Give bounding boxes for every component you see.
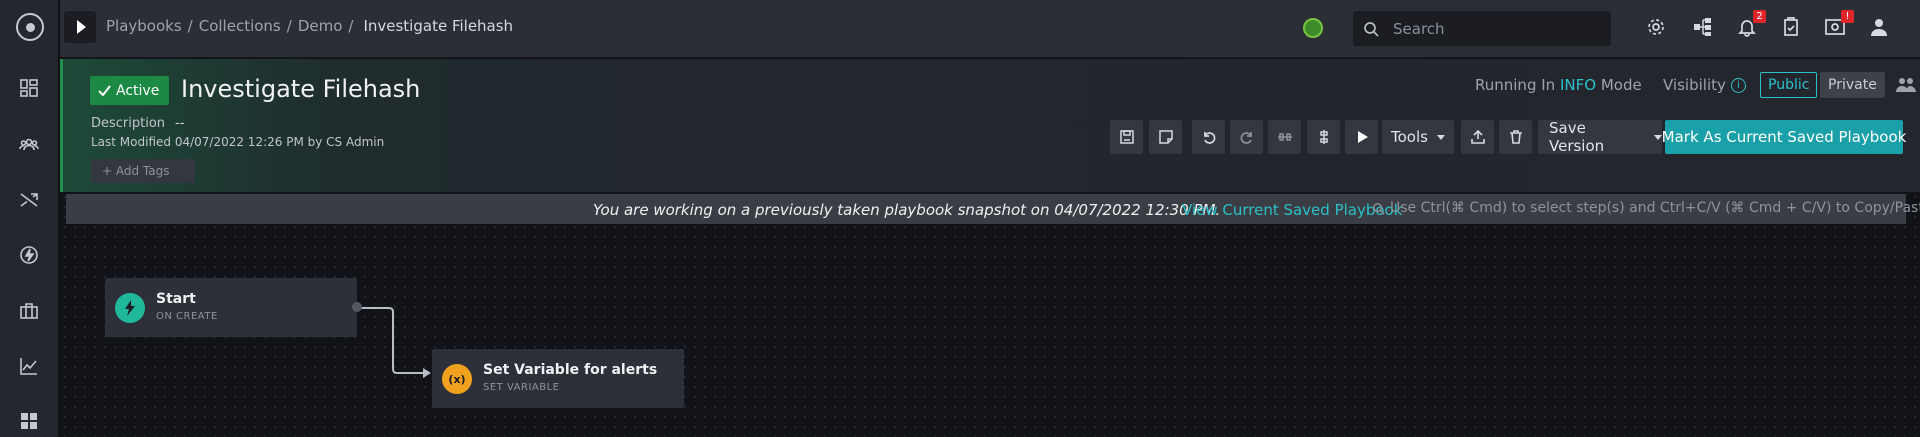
top-bar: Playbooks / Collections / Demo / Investigat… (60, 0, 1920, 58)
check-icon (98, 85, 111, 96)
undo-button[interactable] (1192, 120, 1225, 154)
tasks-clipboard-icon[interactable] (1779, 15, 1803, 39)
align-vertical-icon (1319, 130, 1328, 144)
arrow-head-icon (423, 368, 431, 378)
chevron-down-icon (1436, 134, 1445, 140)
breadcrumb: Playbooks / Collections / Demo / Investigat… (106, 17, 514, 35)
description: Description -- (91, 116, 184, 131)
align-horizontal-button[interactable] (1268, 120, 1301, 154)
app-logo-icon[interactable] (16, 13, 44, 41)
search-input[interactable] (1393, 19, 1593, 38)
start-node[interactable]: Start ON CREATE (105, 278, 362, 337)
hierarchy-icon[interactable] (1691, 15, 1715, 39)
save-version-label: Save Version (1549, 119, 1605, 155)
snapshot-notice-bar: You are working on a previously taken pl… (66, 194, 1920, 224)
running-mode: Running In INFO Mode (1475, 76, 1642, 94)
page-title[interactable]: Investigate Filehash (181, 75, 420, 103)
view-current-playbook-link[interactable]: View Current Saved Playbook (1182, 201, 1402, 219)
tools-label: Tools (1391, 128, 1428, 146)
breadcrumb-demo[interactable]: Demo (298, 17, 343, 35)
briefcase-icon[interactable] (18, 300, 40, 322)
copy-paste-hint: Use Ctrl(⌘ Cmd) to select step(s) and Ct… (1372, 200, 1920, 216)
last-modified: Last Modified 04/07/2022 12:26 PM by CS … (91, 135, 385, 149)
bolt-icon[interactable] (18, 244, 40, 266)
undo-icon (1203, 132, 1215, 144)
node-title: Start (156, 291, 196, 307)
playbook-canvas[interactable]: You are working on a previously taken pl… (60, 192, 1920, 437)
apps-icon[interactable] (18, 410, 40, 432)
run-playbook-button[interactable] (1345, 120, 1378, 154)
export-button[interactable] (1461, 120, 1494, 154)
sticky-note-icon (1158, 130, 1173, 144)
status-badge[interactable]: Active (90, 76, 170, 105)
redo-icon (1240, 132, 1252, 144)
snapshot-notice: You are working on a previously taken pl… (593, 201, 1221, 219)
search-box[interactable] (1353, 11, 1611, 46)
system-alerts-icon[interactable]: ! (1823, 10, 1854, 39)
set-variable-node[interactable]: (x) Set Variable for alerts SET VARIABLE (432, 349, 684, 408)
output-port[interactable] (352, 302, 362, 312)
tools-dropdown[interactable]: Tools (1382, 120, 1454, 154)
info-icon[interactable]: i (1730, 77, 1746, 93)
people-icon[interactable] (18, 133, 40, 155)
visibility-private-toggle[interactable]: Private (1820, 72, 1885, 98)
dashboard-icon[interactable] (18, 77, 40, 99)
notifications-bell-icon[interactable]: 2 (1735, 10, 1766, 39)
sidebar-toggle-button[interactable] (64, 11, 96, 43)
hint-text: Use Ctrl(⌘ Cmd) to select step(s) and Ct… (1390, 200, 1920, 216)
left-sidebar (0, 0, 59, 437)
upload-icon (1470, 129, 1485, 144)
save-version-dropdown[interactable]: Save Version (1538, 119, 1662, 155)
save-snapshot-button[interactable] (1110, 120, 1143, 154)
visibility: Visibility i (1663, 76, 1746, 94)
mode-suffix: Mode (1600, 76, 1642, 94)
chart-icon[interactable] (18, 355, 40, 377)
alerts-badge: ! (1841, 10, 1854, 23)
node-title: Set Variable for alerts (483, 362, 658, 378)
mode-prefix: Running In (1475, 76, 1556, 94)
search-icon (1364, 21, 1379, 37)
visibility-label: Visibility (1663, 76, 1726, 94)
status-label: Active (116, 82, 160, 99)
connector-line (357, 307, 423, 374)
trash-icon (1509, 130, 1522, 144)
group-icon[interactable] (1896, 75, 1916, 95)
add-tags-input[interactable]: + Add Tags (91, 159, 195, 183)
live-status-icon[interactable] (1303, 18, 1323, 38)
search-icon (1373, 202, 1385, 215)
notifications-badge: 2 (1753, 10, 1766, 23)
settings-gear-icon[interactable] (1644, 15, 1668, 39)
mark-as-current-button[interactable]: Mark As Current Saved Playbook (1662, 120, 1906, 154)
bolt-icon (115, 293, 145, 323)
breadcrumb-playbooks[interactable]: Playbooks (106, 17, 182, 35)
breadcrumb-current: Investigate Filehash (363, 17, 514, 35)
redo-button[interactable] (1230, 120, 1263, 154)
description-label: Description (91, 116, 166, 131)
node-subtitle: ON CREATE (156, 311, 218, 322)
visibility-public-toggle[interactable]: Public (1760, 72, 1818, 98)
variable-icon: (x) (442, 364, 472, 394)
notes-button[interactable] (1149, 120, 1182, 154)
align-horizontal-icon (1277, 133, 1292, 141)
node-subtitle: SET VARIABLE (483, 382, 560, 393)
mode-value[interactable]: INFO (1560, 76, 1596, 94)
shuffle-icon[interactable] (18, 189, 40, 211)
play-icon (1357, 131, 1368, 143)
align-vertical-button[interactable] (1307, 120, 1340, 154)
delete-button[interactable] (1499, 120, 1532, 154)
save-disk-icon (1119, 130, 1134, 144)
description-value[interactable]: -- (175, 116, 184, 131)
user-avatar-icon[interactable] (1867, 15, 1891, 39)
breadcrumb-collections[interactable]: Collections (199, 17, 281, 35)
